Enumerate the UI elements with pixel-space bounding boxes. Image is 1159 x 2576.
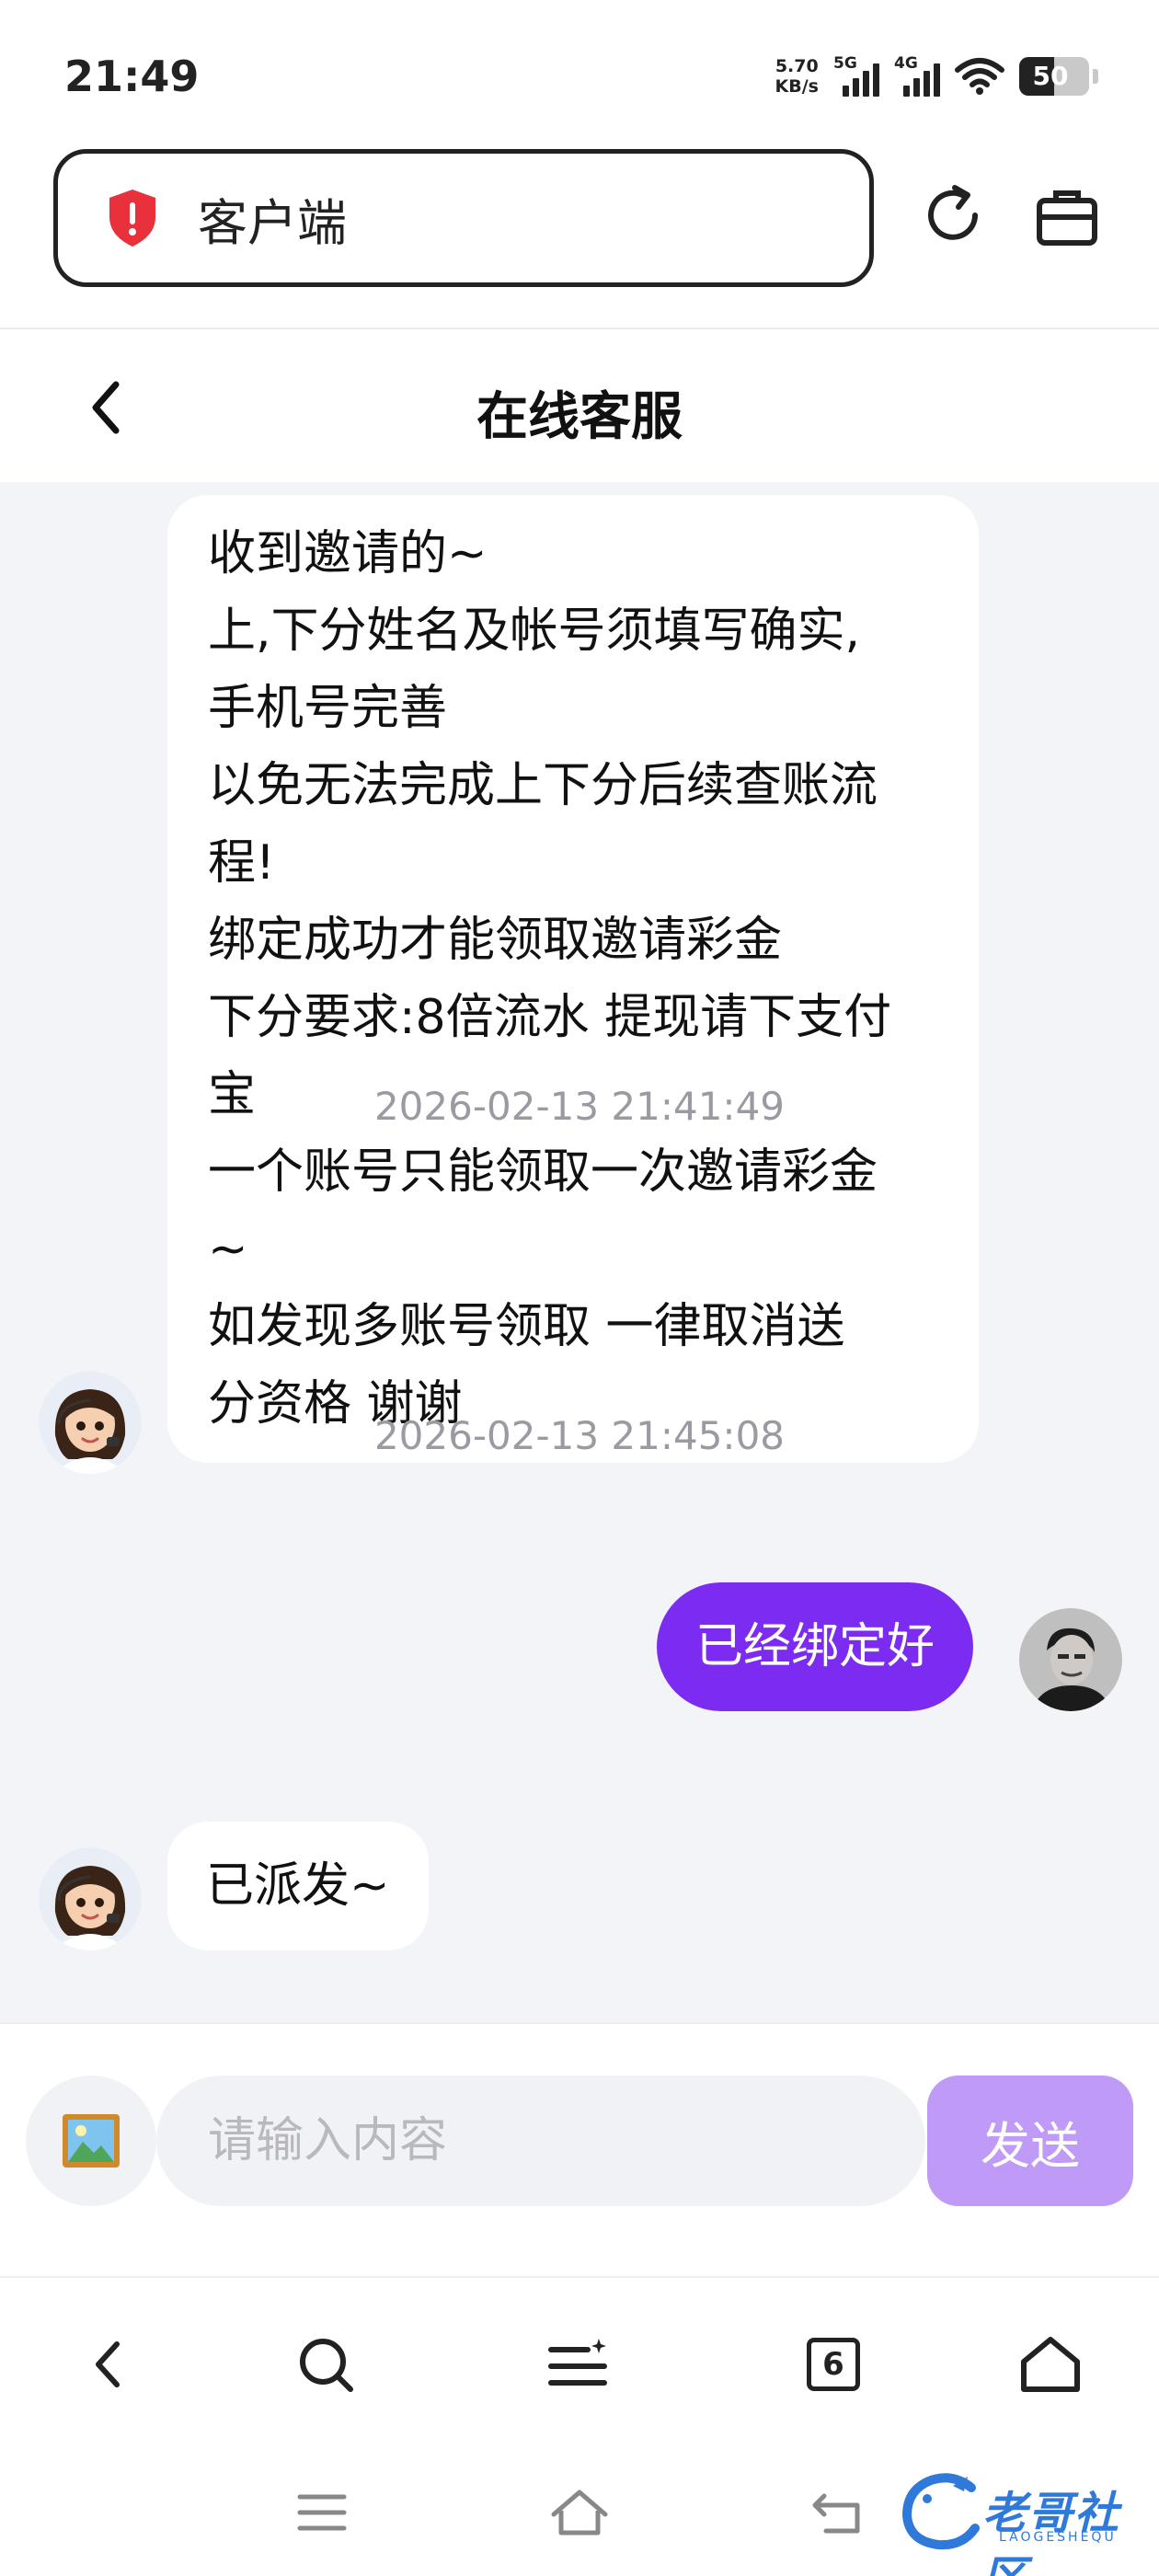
dragon-logo-icon (901, 2473, 980, 2550)
send-button[interactable]: 发送 (927, 2076, 1133, 2206)
nav-home-button[interactable] (543, 2480, 616, 2545)
message-line: 以免无法完成上下分后续查账流 (208, 758, 878, 813)
message-line: 下分要求:8倍流水 提现请下支付 (208, 990, 892, 1045)
message-input[interactable] (156, 2076, 925, 2206)
message-line: 上,下分姓名及帐号须填写确实, (208, 604, 861, 659)
home-icon (1021, 2337, 1080, 2392)
message-line: 绑定成功才能领取邀请彩金 (208, 913, 783, 968)
signal-5g-icon: 5G (833, 54, 879, 97)
chat-area[interactable]: 收到邀请的~ 上,下分姓名及帐号须填写确实, 手机号完善 以免无法完成上下分后续… (0, 482, 1159, 2022)
message-composer: 发送 (0, 2022, 1159, 2276)
menu-icon (548, 2339, 607, 2386)
message-line: 收到邀请的~ (208, 526, 488, 581)
toolbar-search-button[interactable] (287, 2326, 364, 2403)
system-nav-bar: 老哥社区 LAOGESHEQU (0, 2449, 1159, 2576)
status-icons: 5.70 KB/s 5G 4G 50 (775, 53, 1098, 99)
search-icon (300, 2339, 353, 2392)
agent-message-bubble: 已派发~ (167, 1822, 429, 1950)
toolbar-menu-button[interactable] (539, 2326, 616, 2403)
battery-level: 50 (1032, 61, 1069, 91)
address-text: 客户端 (198, 193, 347, 252)
message-line: 程! (208, 835, 275, 891)
status-time: 21:49 (64, 52, 200, 101)
user-avatar[interactable] (1019, 1608, 1122, 1711)
status-bar: 21:49 5.70 KB/s 5G 4G 50 (0, 0, 1159, 147)
message-line: 手机号完善 (208, 681, 448, 736)
network-speed: 5.70 KB/s (775, 56, 819, 97)
page-title: 在线客服 (476, 387, 683, 447)
browser-toolbar: 6 (0, 2276, 1159, 2449)
agent-avatar[interactable] (39, 1847, 142, 1950)
address-bar[interactable]: 客户端 (53, 149, 874, 287)
user-message-bubble: 已经绑定好 (657, 1582, 974, 1711)
page-header: 在线客服 (0, 329, 1159, 482)
network-speed-value: 5.70 (775, 56, 819, 76)
back-icon (96, 2341, 120, 2387)
battery-icon: 50 (1019, 57, 1089, 96)
watermark-text: 老哥社区 (982, 2488, 1121, 2576)
battery-cap (1093, 69, 1098, 84)
message-line: ~ (208, 1222, 248, 1277)
reload-icon[interactable] (918, 180, 988, 250)
home-icon (551, 2490, 608, 2536)
toolbar-tabs-button[interactable]: 6 (795, 2326, 872, 2403)
message-line: 如发现多账号领取 一律取消送 (208, 1299, 845, 1354)
message-line: 一个账号只能领取一次邀请彩金 (208, 1144, 878, 1200)
recents-icon (297, 2494, 347, 2531)
shield-alert-icon (109, 190, 155, 247)
nav-back-button[interactable] (800, 2480, 874, 2545)
watermark-logo: 老哥社区 LAOGESHEQU (898, 2469, 1146, 2576)
agent-message-bubble: 收到邀请的~ 上,下分姓名及帐号须填写确实, 手机号完善 以免无法完成上下分后续… (167, 495, 979, 1463)
signal-4g-icon: 4G (894, 54, 940, 97)
toolbar-home-button[interactable] (1012, 2326, 1089, 2403)
network-speed-unit: KB/s (775, 76, 819, 97)
message-timestamp: 2026-02-13 21:41:49 (373, 1084, 786, 1129)
picture-icon (63, 2114, 120, 2168)
image-upload-button[interactable] (26, 2076, 156, 2206)
nav-recents-button[interactable] (285, 2480, 359, 2545)
back-icon (812, 2493, 860, 2534)
tabs-icon: 6 (807, 2338, 860, 2391)
wifi-icon (955, 58, 1004, 95)
toolbar-back-button[interactable] (70, 2326, 147, 2403)
watermark-subtext: LAOGESHEQU (999, 2530, 1117, 2545)
briefcase-icon[interactable] (1032, 182, 1102, 252)
message-timestamp: 2026-02-13 21:45:08 (373, 1413, 786, 1458)
